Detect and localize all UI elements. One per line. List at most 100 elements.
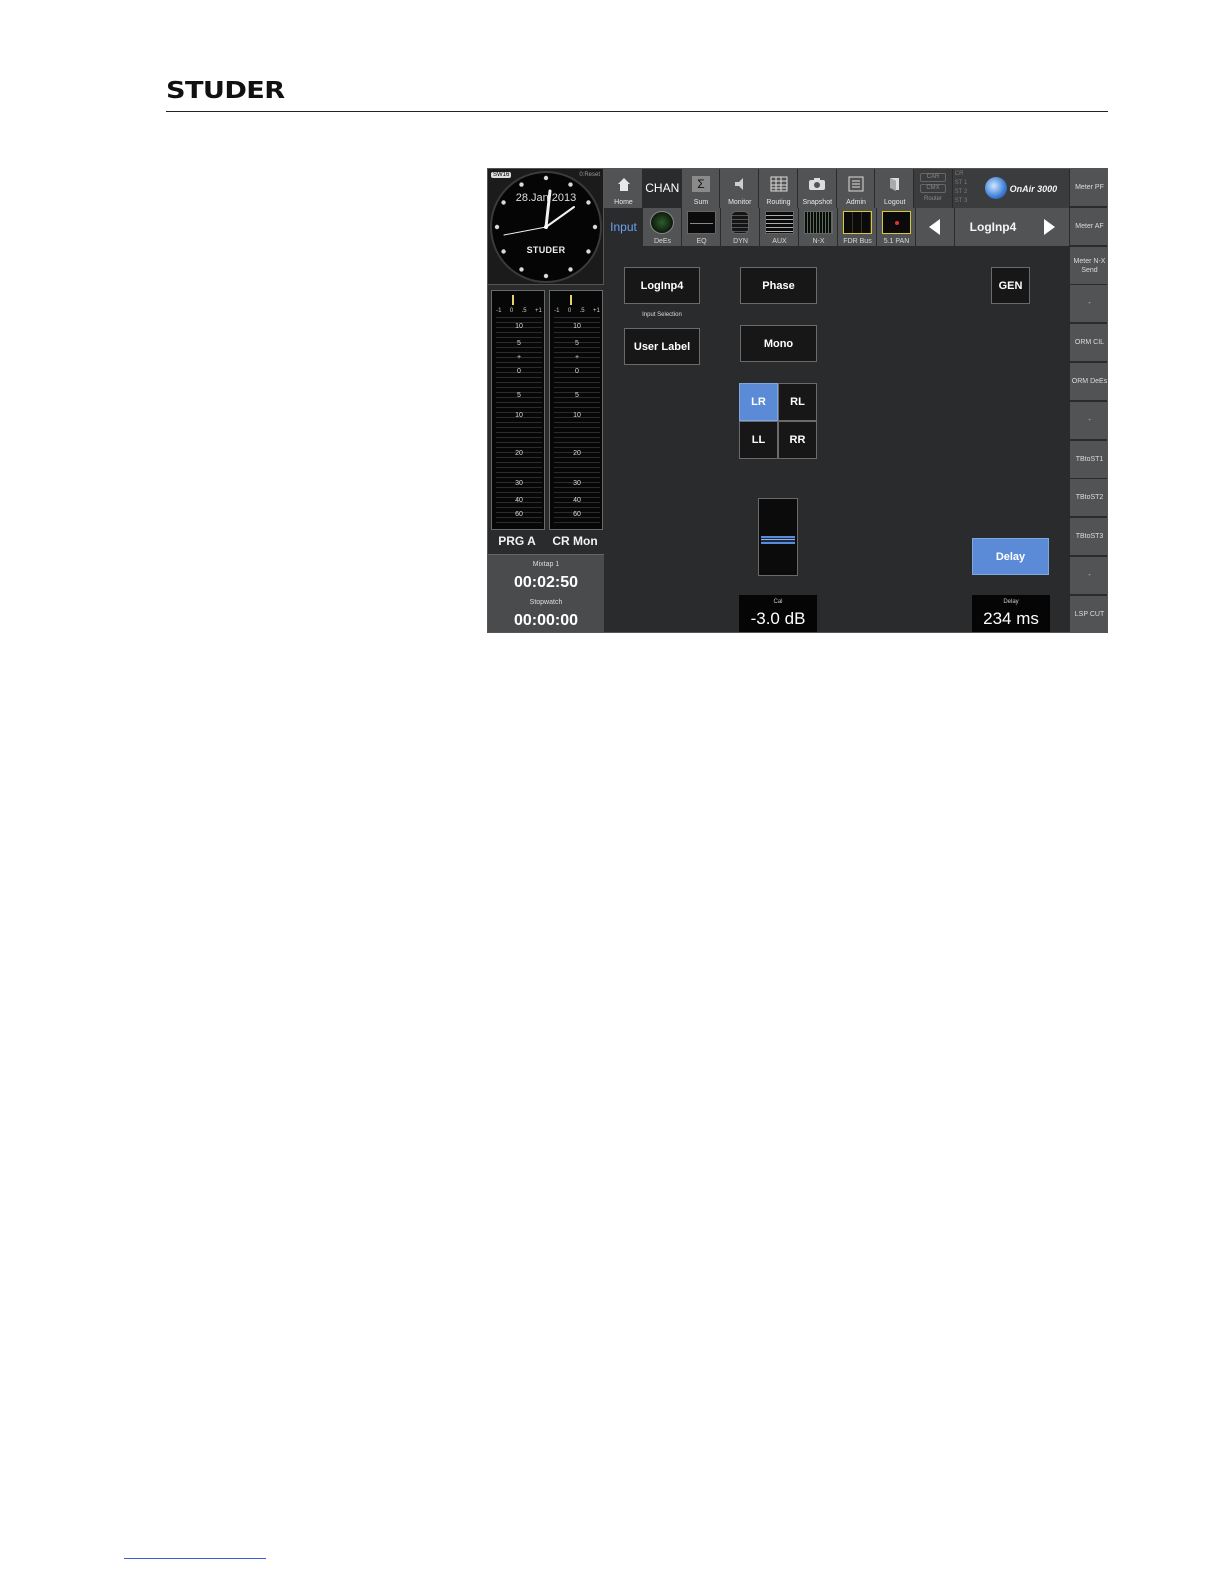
- clock-hands: [494, 175, 598, 279]
- meter-tick: -1: [496, 308, 502, 314]
- dyn-button[interactable]: DYN: [721, 208, 760, 246]
- side-button-tbtost1[interactable]: TBtoST1: [1069, 441, 1107, 479]
- home-button[interactable]: Home: [604, 169, 643, 208]
- next-channel-button[interactable]: [1031, 208, 1067, 246]
- side-button-meter-af[interactable]: Meter AF: [1069, 208, 1107, 246]
- routing-button[interactable]: Routing: [759, 169, 798, 208]
- clock-hour-dot: [568, 267, 573, 272]
- peak-indicator: [512, 295, 514, 305]
- fdr-bus-thumbnail: [843, 211, 872, 234]
- side-button-empty[interactable]: -: [1069, 557, 1107, 595]
- product-name: OnAir 3000: [1009, 184, 1058, 194]
- meter-tick: .5: [521, 308, 527, 314]
- meter-label-cr-mon: CR Mon: [552, 534, 598, 548]
- mono-button[interactable]: Mono: [740, 325, 817, 362]
- pan-button[interactable]: 5.1 PAN: [877, 208, 916, 246]
- timer-panel: Mixtap 1 00:02:50 Stopwatch 00:00:00: [488, 554, 604, 632]
- meter-scale: 10 5 + 0 5 10 20 30 40 60: [492, 317, 546, 529]
- status-st2: ST 2: [954, 189, 968, 195]
- aux-button[interactable]: AUX: [760, 208, 799, 246]
- clock-date: 28.Jan 2013: [515, 192, 577, 204]
- list-icon: [837, 174, 876, 194]
- sum-label: Sum: [693, 199, 709, 206]
- pan-thumbnail: [882, 211, 911, 234]
- footer-link-underline: [124, 1558, 266, 1559]
- meter-tick: 30: [515, 480, 523, 487]
- routing-lr-button[interactable]: LR: [739, 383, 778, 421]
- fader-knob[interactable]: [761, 536, 795, 544]
- chan-tab[interactable]: CHAN: [642, 169, 682, 208]
- meter-tick: 5: [575, 340, 579, 347]
- meter-label-prg-a: PRG A: [498, 534, 536, 548]
- gen-button[interactable]: GEN: [991, 267, 1030, 304]
- cal-value: -3.0 dB: [750, 609, 806, 628]
- admin-button[interactable]: Admin: [836, 169, 876, 208]
- stopwatch-value[interactable]: 00:00:00: [488, 612, 604, 630]
- timer1-value[interactable]: 00:02:50: [488, 574, 604, 592]
- dees-button[interactable]: DeEs: [643, 208, 682, 246]
- arrow-left-icon: [929, 219, 940, 235]
- admin-label: Admin: [846, 199, 866, 206]
- aux-label: AUX: [772, 238, 787, 245]
- user-label-button[interactable]: User Label: [624, 328, 700, 365]
- side-button-meter-nx-send[interactable]: Meter N-X Send: [1069, 247, 1107, 285]
- side-button-tbtost2[interactable]: TBtoST2: [1069, 479, 1107, 517]
- sum-button[interactable]: Σ Sum: [681, 169, 721, 208]
- nx-button[interactable]: N-X: [799, 208, 838, 246]
- meter-tick: 40: [573, 497, 581, 504]
- arrow-right-icon: [1044, 219, 1055, 235]
- grid-icon: [759, 174, 798, 194]
- camera-icon: [798, 174, 837, 194]
- meter-tick: +1: [534, 308, 542, 314]
- door-icon: [875, 174, 914, 194]
- meter-tick: .5: [579, 308, 585, 314]
- side-button-empty[interactable]: -: [1069, 402, 1107, 440]
- eq-button[interactable]: EQ: [682, 208, 721, 246]
- monitor-button[interactable]: Monitor: [720, 169, 759, 208]
- routing-rl-button[interactable]: RL: [778, 383, 817, 421]
- input-source-button[interactable]: LogInp4: [624, 267, 700, 304]
- eq-thumbnail: [687, 211, 716, 234]
- side-button-empty[interactable]: -: [1069, 285, 1107, 323]
- meter-tick: 10: [515, 323, 523, 330]
- eq-label: EQ: [696, 238, 707, 245]
- meter-tick: 60: [515, 511, 523, 518]
- logout-button[interactable]: Logout: [875, 169, 914, 208]
- console-screen: SW16 0:Reset 28.Jan 2013 STUDER -1 0 .5 …: [487, 168, 1108, 633]
- pan-label: 5.1 PAN: [883, 238, 910, 245]
- meter-cr-mon: -1 0 .5 +1 10 5 + 0 5 10 20 30 40 60: [549, 290, 603, 530]
- meter-tick: +: [574, 354, 580, 361]
- main-toolbar: Home CHAN Σ Sum Monitor Routing Snapshot: [604, 169, 1069, 208]
- document-brand-logo: STUDER: [166, 78, 285, 104]
- sigma-icon: Σ: [682, 174, 721, 194]
- onair-logo-icon: [984, 177, 1007, 199]
- delay-value: 234 ms: [983, 609, 1039, 628]
- fdr-bus-button[interactable]: FDR Bus: [838, 208, 877, 246]
- input-tab[interactable]: Input: [604, 208, 643, 246]
- status-cmx: CMX: [920, 184, 946, 193]
- meter-tick: 5: [575, 392, 579, 399]
- logout-label: Logout: [884, 199, 906, 206]
- cal-readout: Cal -3.0 dB: [739, 595, 817, 632]
- chan-label: CHAN: [645, 181, 680, 195]
- status-st3: ST 3: [954, 198, 968, 204]
- delay-button[interactable]: Delay: [972, 538, 1049, 575]
- routing-ll-button[interactable]: LL: [739, 421, 778, 459]
- snapshot-button[interactable]: Snapshot: [797, 169, 837, 208]
- timer1-label: Mixtap 1: [532, 561, 560, 568]
- cal-fader[interactable]: [758, 498, 798, 576]
- side-button-meter-pf[interactable]: Meter PF: [1069, 169, 1107, 207]
- side-button-lsp-cut[interactable]: LSP CUT: [1069, 596, 1107, 632]
- prev-channel-button[interactable]: [916, 208, 955, 246]
- meter-bridge: -1 0 .5 +1 10 5 + 0 5 10 20 30 40 60 -1 …: [488, 286, 604, 554]
- side-button-orm-dees[interactable]: ORM DeEs: [1069, 363, 1107, 401]
- product-logo: OnAir 3000: [979, 169, 1069, 208]
- clock-reset[interactable]: 0:Reset: [579, 172, 600, 178]
- routing-rr-button[interactable]: RR: [778, 421, 817, 459]
- side-button-tbtost3[interactable]: TBtoST3: [1069, 518, 1107, 556]
- side-button-orm-cil[interactable]: ORM CIL: [1069, 324, 1107, 362]
- home-label: Home: [614, 199, 633, 206]
- channel-name: LogInp4: [969, 220, 1017, 234]
- home-icon: [604, 174, 643, 194]
- phase-button[interactable]: Phase: [740, 267, 817, 304]
